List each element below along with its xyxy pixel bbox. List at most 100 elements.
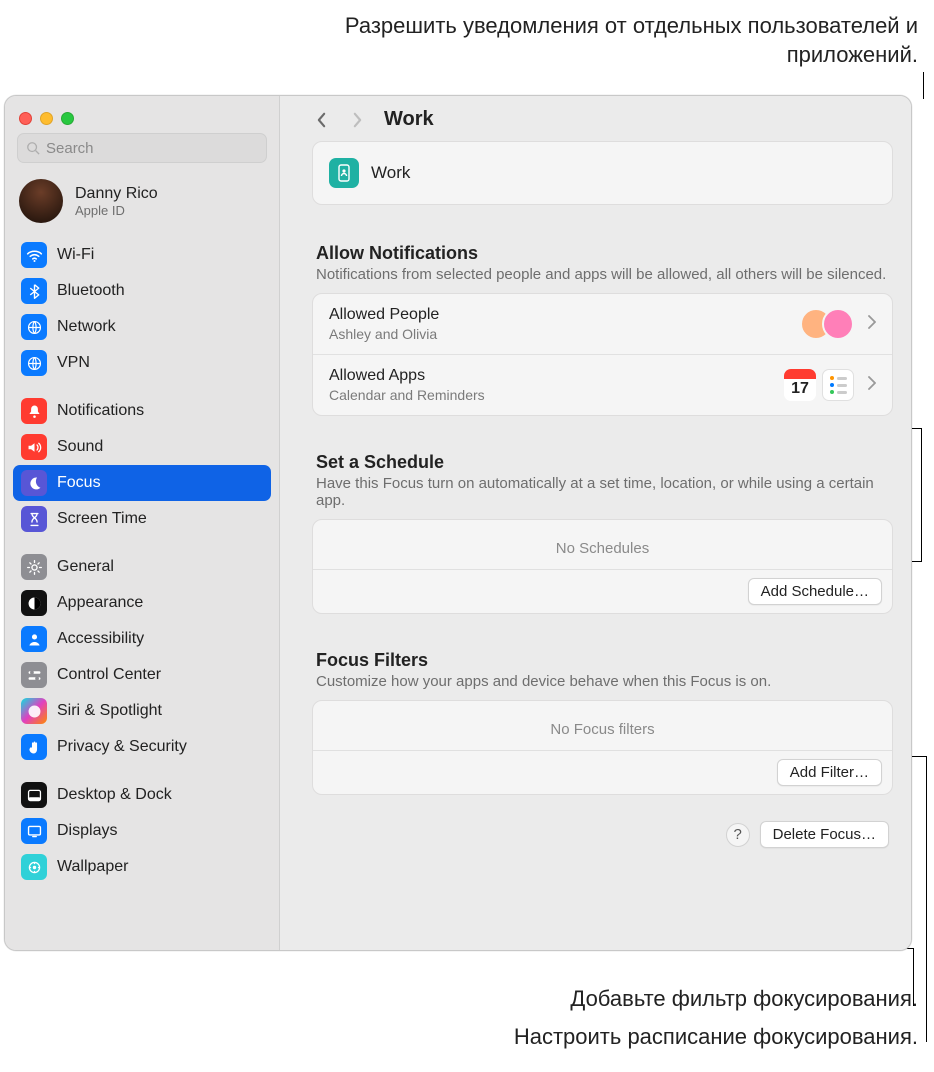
minimize-button[interactable]: [40, 112, 53, 125]
profile-subtitle: Apple ID: [75, 203, 158, 218]
sidebar-item-screen-time[interactable]: Screen Time: [13, 501, 271, 537]
sidebar-item-label: Screen Time: [57, 510, 147, 528]
switches-icon: [21, 662, 47, 688]
sidebar-item-focus[interactable]: Focus: [13, 465, 271, 501]
content-pane: Work Work Allow Notifications Notificati…: [280, 96, 911, 950]
sidebar-item-privacy-security[interactable]: Privacy & Security: [13, 729, 271, 765]
sidebar-item-label: Accessibility: [57, 630, 144, 648]
allowed-people-subtitle: Ashley and Olivia: [329, 326, 786, 342]
avatar: [19, 179, 63, 223]
sidebar-item-general[interactable]: General: [13, 549, 271, 585]
sidebar-item-label: General: [57, 558, 114, 576]
globe-icon: [21, 350, 47, 376]
sidebar: Search Danny Rico Apple ID Wi-Fi Bluetoot…: [5, 96, 280, 950]
sidebar-item-vpn[interactable]: VPN: [13, 345, 271, 381]
annotation-schedule: Настроить расписание фокусирования.: [318, 1023, 918, 1052]
sidebar-item-label: Siri & Spotlight: [57, 702, 162, 720]
schedule-section: Set a Schedule Have this Focus turn on a…: [312, 452, 893, 614]
gear-icon: [21, 554, 47, 580]
sidebar-item-label: Notifications: [57, 402, 144, 420]
sidebar-item-bluetooth[interactable]: Bluetooth: [13, 273, 271, 309]
schedule-subtitle: Have this Focus turn on automatically at…: [312, 473, 893, 519]
work-badge-icon: [329, 158, 359, 188]
speaker-icon: [21, 434, 47, 460]
schedule-empty: No Schedules: [313, 520, 892, 570]
sidebar-item-label: Network: [57, 318, 116, 336]
sidebar-item-label: Displays: [57, 822, 117, 840]
annotation-top: Разрешить уведомления от отдельных польз…: [318, 12, 918, 69]
sidebar-item-label: Wallpaper: [57, 858, 128, 876]
forward-button[interactable]: [348, 111, 366, 129]
profile-name: Danny Rico: [75, 185, 158, 203]
sidebar-item-accessibility[interactable]: Accessibility: [13, 621, 271, 657]
allow-notifications-section: Allow Notifications Notifications from s…: [312, 243, 893, 416]
filters-subtitle: Customize how your apps and device behav…: [312, 671, 893, 700]
sidebar-item-siri-spotlight[interactable]: Siri & Spotlight: [13, 693, 271, 729]
bluetooth-icon: [21, 278, 47, 304]
dock-icon: [21, 782, 47, 808]
sidebar-item-label: Wi-Fi: [57, 246, 94, 264]
allowed-apps-subtitle: Calendar and Reminders: [329, 387, 770, 403]
settings-window: Search Danny Rico Apple ID Wi-Fi Bluetoot…: [4, 95, 912, 951]
sidebar-item-displays[interactable]: Displays: [13, 813, 271, 849]
allow-subtitle: Notifications from selected people and a…: [312, 264, 893, 293]
sidebar-item-label: Privacy & Security: [57, 738, 187, 756]
allow-title: Allow Notifications: [312, 243, 893, 264]
sidebar-item-wallpaper[interactable]: Wallpaper: [13, 849, 271, 885]
sidebar-item-desktop-dock[interactable]: Desktop & Dock: [13, 777, 271, 813]
focus-header-label: Work: [371, 163, 410, 183]
sidebar-item-network[interactable]: Network: [13, 309, 271, 345]
filters-title: Focus Filters: [312, 650, 893, 671]
focus-header-card[interactable]: Work: [312, 141, 893, 205]
close-button[interactable]: [19, 112, 32, 125]
filters-section: Focus Filters Customize how your apps an…: [312, 650, 893, 795]
sidebar-item-wi-fi[interactable]: Wi-Fi: [13, 237, 271, 273]
add-schedule-button[interactable]: Add Schedule…: [748, 578, 882, 605]
person-icon: [21, 626, 47, 652]
schedule-title: Set a Schedule: [312, 452, 893, 473]
sidebar-item-notifications[interactable]: Notifications: [13, 393, 271, 429]
sidebar-item-label: VPN: [57, 354, 90, 372]
people-avatars: [800, 308, 854, 340]
appearance-icon: [21, 590, 47, 616]
wifi-icon: [21, 242, 47, 268]
help-button[interactable]: ?: [726, 823, 750, 847]
calendar-app-icon: 17: [784, 369, 816, 401]
sidebar-item-label: Appearance: [57, 594, 143, 612]
sidebar-nav: Wi-Fi Bluetooth Network VPN Notifications Sou…: [5, 237, 279, 950]
sidebar-item-label: Control Center: [57, 666, 161, 684]
moon-icon: [21, 470, 47, 496]
hand-icon: [21, 734, 47, 760]
sidebar-item-appearance[interactable]: Appearance: [13, 585, 271, 621]
search-input[interactable]: Search: [17, 133, 267, 163]
display-icon: [21, 818, 47, 844]
avatar-2: [822, 308, 854, 340]
add-filter-button[interactable]: Add Filter…: [777, 759, 882, 786]
delete-focus-button[interactable]: Delete Focus…: [760, 821, 889, 848]
breadcrumb: Work: [312, 96, 893, 141]
search-icon: [26, 141, 40, 155]
sidebar-item-sound[interactable]: Sound: [13, 429, 271, 465]
back-button[interactable]: [312, 111, 330, 129]
bell-icon: [21, 398, 47, 424]
sidebar-item-label: Desktop & Dock: [57, 786, 172, 804]
filters-empty: No Focus filters: [313, 701, 892, 751]
allowed-apps-title: Allowed Apps: [329, 367, 770, 385]
hourglass-icon: [21, 506, 47, 532]
siri-icon: [21, 698, 47, 724]
allowed-apps-row[interactable]: Allowed Apps Calendar and Reminders 17: [313, 355, 892, 415]
chevron-right-icon: [868, 315, 876, 334]
sidebar-item-control-center[interactable]: Control Center: [13, 657, 271, 693]
globe-icon: [21, 314, 47, 340]
reminders-app-icon: [822, 369, 854, 401]
annotation-filter: Добавьте фильтр фокусирования.: [318, 985, 918, 1014]
wallpaper-icon: [21, 854, 47, 880]
search-placeholder: Search: [46, 140, 94, 157]
app-icons: 17: [784, 369, 854, 401]
allowed-people-row[interactable]: Allowed People Ashley and Olivia: [313, 294, 892, 355]
chevron-right-icon: [868, 376, 876, 395]
zoom-button[interactable]: [61, 112, 74, 125]
sidebar-item-label: Sound: [57, 438, 103, 456]
sidebar-item-label: Bluetooth: [57, 282, 125, 300]
apple-id-row[interactable]: Danny Rico Apple ID: [5, 171, 279, 237]
